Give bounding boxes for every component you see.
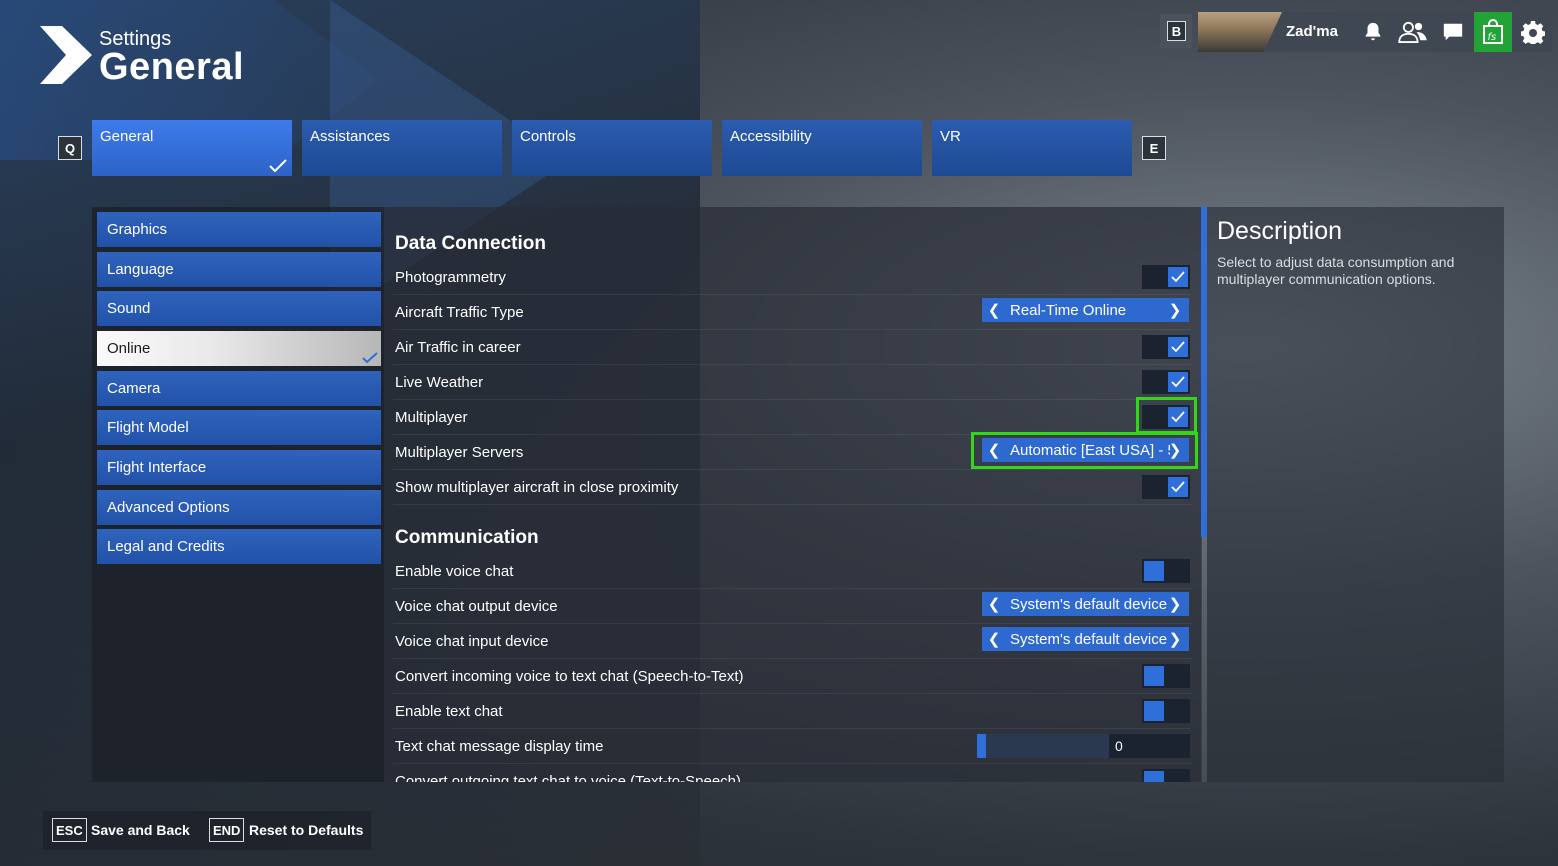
shop-icon[interactable]: fs — [1474, 12, 1512, 52]
save-key-hint[interactable]: ESC — [52, 818, 87, 842]
checkmark-icon — [362, 352, 378, 364]
setting-row-text-chat-display-time: Text chat message display time 0 — [393, 729, 1191, 764]
settings-content: Data Connection Photogrammetry Aircraft … — [384, 207, 1202, 782]
text-chat-display-time-slider[interactable]: 0 — [977, 734, 1190, 758]
gear-icon[interactable] — [1514, 12, 1552, 52]
setting-row-show-multiplayer-aircraft: Show multiplayer aircraft in close proxi… — [393, 470, 1191, 505]
setting-row-voice-input: Voice chat input device ❮ System's defau… — [393, 624, 1191, 659]
menu-item-camera[interactable]: Camera — [97, 371, 381, 406]
menu-item-graphics[interactable]: Graphics — [97, 212, 381, 247]
setting-row-enable-voice-chat: Enable voice chat — [393, 554, 1191, 589]
tab-prev-key[interactable]: Q — [58, 136, 82, 160]
chevron-left-icon[interactable]: ❮ — [986, 630, 1002, 648]
chevron-right-icon[interactable]: ❯ — [1167, 630, 1183, 648]
chat-icon[interactable] — [1434, 12, 1472, 52]
msfs-logo-icon — [40, 26, 92, 84]
setting-row-enable-text-chat: Enable text chat — [393, 694, 1191, 729]
multiplayer-toggle-highlight — [1136, 397, 1197, 434]
settings-menu: Graphics Language Sound Online Camera Fl… — [92, 207, 384, 782]
tab-next-key[interactable]: E — [1142, 136, 1166, 160]
chevron-left-icon[interactable]: ❮ — [986, 595, 1002, 613]
enable-text-chat-toggle[interactable] — [1142, 699, 1190, 723]
chevron-right-icon[interactable]: ❯ — [1167, 301, 1183, 319]
setting-row-air-traffic-career: Air Traffic in career — [393, 330, 1191, 365]
tab-assistances[interactable]: Assistances — [302, 120, 502, 176]
aircraft-traffic-type-select[interactable]: ❮ Real-Time Online ❯ — [982, 298, 1189, 322]
svg-text:fs: fs — [1488, 32, 1497, 43]
menu-item-advanced-options[interactable]: Advanced Options — [97, 490, 381, 525]
slider-fill — [977, 734, 986, 758]
checkmark-icon — [269, 159, 287, 173]
setting-row-text-to-speech: Convert outgoing text chat to voice (Tex… — [393, 764, 1191, 782]
avatar[interactable] — [1198, 12, 1282, 52]
reset-defaults-button[interactable]: Reset to Defaults — [249, 822, 363, 838]
photogrammetry-toggle[interactable] — [1142, 265, 1190, 289]
setting-row-aircraft-traffic-type: Aircraft Traffic Type ❮ Real-Time Online… — [393, 295, 1191, 330]
menu-item-language[interactable]: Language — [97, 252, 381, 287]
tab-accessibility[interactable]: Accessibility — [722, 120, 922, 176]
setting-row-multiplayer: Multiplayer — [393, 400, 1191, 435]
menu-item-legal-credits[interactable]: Legal and Credits — [97, 529, 381, 564]
tab-general[interactable]: General — [92, 120, 292, 176]
speech-to-text-toggle[interactable] — [1142, 664, 1190, 688]
setting-row-speech-to-text: Convert incoming voice to text chat (Spe… — [393, 659, 1191, 694]
reset-key-hint[interactable]: END — [209, 818, 245, 842]
top-bar: Zad'ma fs — [1198, 12, 1552, 52]
multiplayer-servers-highlight — [971, 432, 1198, 469]
menu-item-online[interactable]: Online — [97, 331, 381, 366]
slider-track[interactable] — [977, 734, 1109, 758]
menu-item-flight-interface[interactable]: Flight Interface — [97, 450, 381, 485]
friends-icon[interactable] — [1394, 12, 1432, 52]
enable-voice-chat-toggle[interactable] — [1142, 559, 1190, 583]
setting-row-live-weather: Live Weather — [393, 365, 1191, 400]
menu-item-flight-model[interactable]: Flight Model — [97, 410, 381, 445]
voice-input-select[interactable]: ❮ System's default device ❯ — [982, 627, 1189, 651]
section-heading-communication: Communication — [395, 527, 539, 548]
section-heading-data-connection: Data Connection — [395, 233, 546, 254]
key-hint-b[interactable]: B — [1160, 14, 1192, 48]
footer-bar: ESC Save and Back END Reset to Defaults — [43, 811, 371, 850]
slider-value: 0 — [1115, 738, 1123, 754]
tab-controls[interactable]: Controls — [512, 120, 712, 176]
menu-item-sound[interactable]: Sound — [97, 291, 381, 326]
show-multiplayer-aircraft-toggle[interactable] — [1142, 475, 1190, 499]
bell-icon[interactable] — [1354, 12, 1392, 52]
username[interactable]: Zad'ma — [1286, 23, 1338, 40]
save-and-back-button[interactable]: Save and Back — [91, 822, 190, 838]
chevron-right-icon[interactable]: ❯ — [1167, 595, 1183, 613]
air-traffic-career-toggle[interactable] — [1142, 335, 1190, 359]
description-title: Description — [1217, 217, 1343, 245]
live-weather-toggle[interactable] — [1142, 370, 1190, 394]
text-to-speech-toggle[interactable] — [1142, 769, 1190, 782]
voice-output-select[interactable]: ❮ System's default device ❯ — [982, 592, 1189, 616]
tab-vr[interactable]: VR — [932, 120, 1132, 176]
setting-row-photogrammetry: Photogrammetry — [393, 260, 1191, 295]
page-title: General — [99, 46, 245, 88]
chevron-left-icon[interactable]: ❮ — [986, 301, 1002, 319]
description-panel: Description Select to adjust data consum… — [1207, 207, 1504, 782]
setting-row-voice-output: Voice chat output device ❮ System's defa… — [393, 589, 1191, 624]
description-text: Select to adjust data consumption and mu… — [1217, 254, 1455, 287]
